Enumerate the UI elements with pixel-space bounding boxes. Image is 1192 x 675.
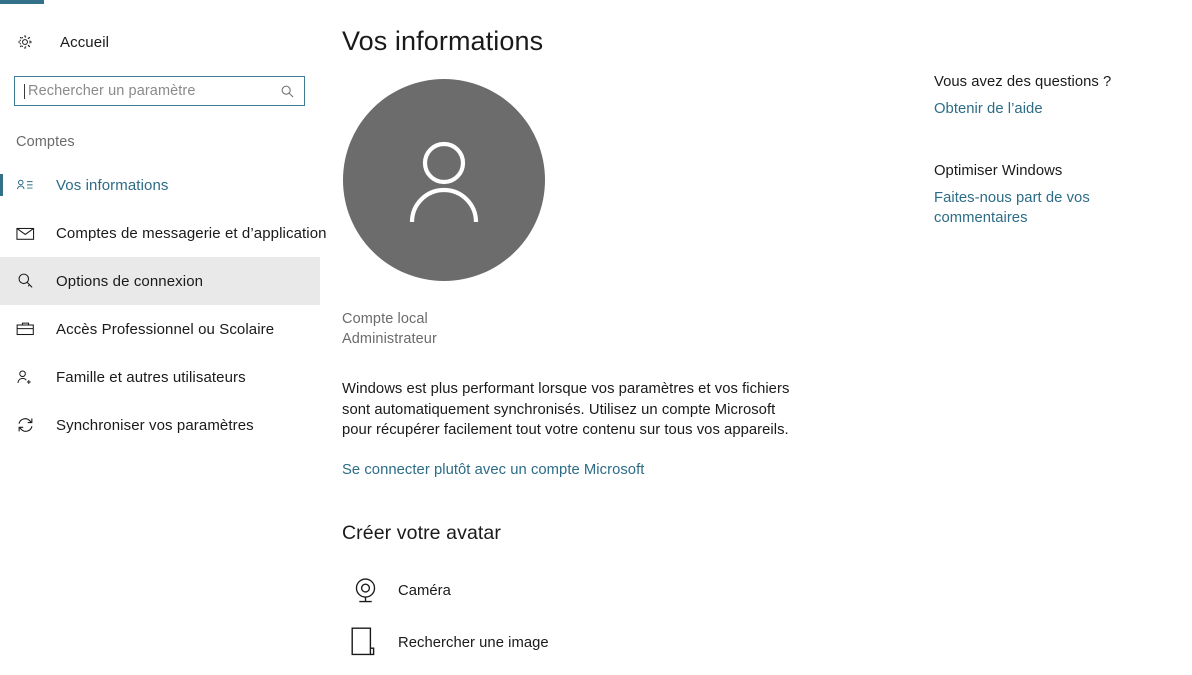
avatar[interactable] <box>343 79 545 281</box>
help-block: Vous avez des questions ? Obtenir de l’a… <box>934 74 1174 119</box>
add-user-icon <box>16 368 42 386</box>
sidebar: Accueil Rechercher un paramètre Comptes <box>0 4 320 675</box>
search-placeholder: Rechercher un paramètre <box>28 83 280 99</box>
account-role: Administrateur <box>342 329 922 349</box>
sync-icon <box>16 416 42 434</box>
give-feedback-link[interactable]: Faites-nous part de vos commentaires <box>934 188 1094 228</box>
account-info: Compte local Administrateur <box>342 309 922 349</box>
get-help-link[interactable]: Obtenir de l’aide <box>934 99 1094 119</box>
main-content: Vos informations Compte local Administra… <box>342 4 922 669</box>
person-icon <box>392 128 496 232</box>
webcam-icon <box>342 575 390 606</box>
text-caret <box>24 84 25 99</box>
settings-window: Accueil Rechercher un paramètre Comptes <box>0 0 1192 675</box>
sidebar-item-comptes-messagerie[interactable]: Comptes de messagerie et d’application <box>0 209 320 257</box>
avatar-actions: Caméra Rechercher une image <box>342 565 922 669</box>
briefcase-icon <box>16 321 42 337</box>
sidebar-home-label: Accueil <box>60 34 109 51</box>
sidebar-item-home[interactable]: Accueil <box>0 26 320 58</box>
sidebar-item-options-connexion[interactable]: Options de connexion <box>0 257 320 305</box>
feedback-heading: Optimiser Windows <box>934 163 1174 179</box>
avatar-action-label: Caméra <box>398 583 451 599</box>
feedback-block: Optimiser Windows Faites-nous part de vo… <box>934 163 1174 228</box>
key-icon <box>16 272 42 290</box>
create-avatar-section-title: Créer votre avatar <box>342 522 922 545</box>
right-pane: Vous avez des questions ? Obtenir de l’a… <box>934 4 1174 272</box>
sidebar-item-label: Vos informations <box>56 177 169 194</box>
sidebar-item-label: Options de connexion <box>56 273 203 290</box>
switch-to-microsoft-account-link[interactable]: Se connecter plutôt avec un compte Micro… <box>342 460 644 480</box>
avatar-action-label: Rechercher une image <box>398 635 549 651</box>
gear-icon <box>16 33 46 51</box>
sidebar-group-title: Comptes <box>16 134 320 150</box>
avatar-action-camera[interactable]: Caméra <box>342 565 922 617</box>
account-type: Compte local <box>342 309 922 329</box>
sidebar-item-synchroniser-parametres[interactable]: Synchroniser vos paramètres <box>0 401 320 449</box>
search-input[interactable]: Rechercher un paramètre <box>14 76 305 106</box>
sidebar-item-label: Comptes de messagerie et d’application <box>56 225 327 242</box>
search-icon[interactable] <box>280 84 295 99</box>
browse-image-icon <box>342 626 390 660</box>
sidebar-item-label: Synchroniser vos paramètres <box>56 417 254 434</box>
sidebar-item-label: Accès Professionnel ou Scolaire <box>56 321 274 338</box>
sync-description: Windows est plus performant lorsque vos … <box>342 379 797 441</box>
contact-card-icon <box>16 177 42 193</box>
page-title: Vos informations <box>342 26 922 57</box>
sidebar-item-vos-informations[interactable]: Vos informations <box>0 161 320 209</box>
sidebar-nav: Vos informations Comptes de messagerie e… <box>0 161 320 449</box>
mail-icon <box>16 226 42 241</box>
sidebar-item-acces-professionnel[interactable]: Accès Professionnel ou Scolaire <box>0 305 320 353</box>
sidebar-item-label: Famille et autres utilisateurs <box>56 369 246 386</box>
sidebar-item-famille-utilisateurs[interactable]: Famille et autres utilisateurs <box>0 353 320 401</box>
avatar-action-browse-image[interactable]: Rechercher une image <box>342 617 922 669</box>
help-heading: Vous avez des questions ? <box>934 74 1174 90</box>
